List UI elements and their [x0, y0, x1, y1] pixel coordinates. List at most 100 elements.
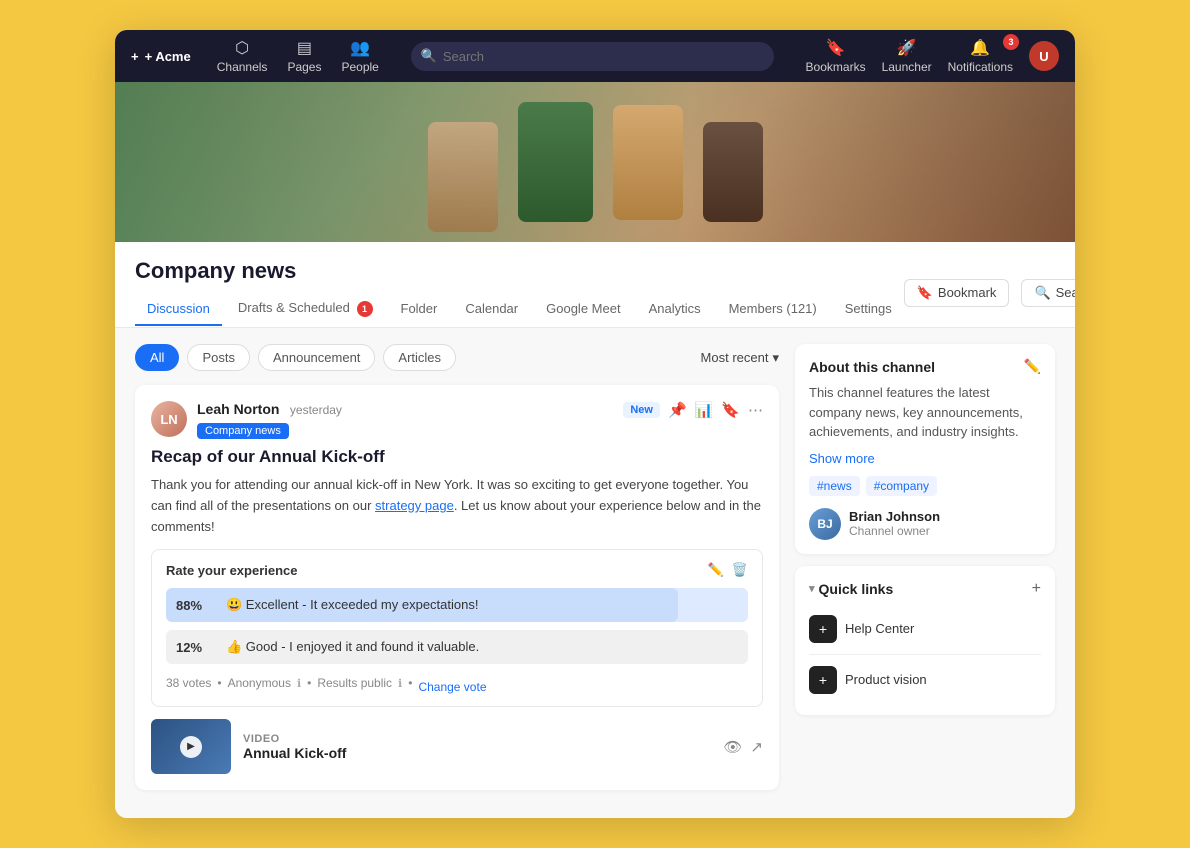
main-content: All Posts Announcement Articles Most rec…	[115, 328, 1075, 818]
quick-links-header: ▾ Quick links +	[809, 580, 1041, 598]
bell-icon: 🔔	[970, 38, 990, 58]
tab-google-meet[interactable]: Google Meet	[534, 293, 632, 326]
browser-window: + + Acme ⬡ Channels ▤ Pages 👥 People 🔍	[115, 30, 1075, 818]
about-box: About this channel ✏️ This channel featu…	[795, 344, 1055, 554]
channel-header: Company news Discussion Drafts & Schedul…	[115, 242, 1075, 328]
poll-results: Results public	[317, 676, 392, 690]
tab-drafts[interactable]: Drafts & Scheduled 1	[226, 292, 385, 327]
nav-people[interactable]: 👥 People	[341, 38, 378, 74]
quick-link-help[interactable]: + Help Center	[809, 608, 1041, 650]
sort-button[interactable]: Most recent ▾	[701, 350, 779, 366]
person2	[518, 102, 593, 222]
channels-icon: ⬡	[235, 38, 249, 58]
poll-label-2: 👍 Good - I enjoyed it and found it valua…	[226, 639, 479, 655]
sidebar-column: About this channel ✏️ This channel featu…	[795, 344, 1055, 802]
tab-folder[interactable]: Folder	[389, 293, 450, 326]
launcher-button[interactable]: 🚀 Launcher	[882, 38, 932, 74]
poll-bar-1[interactable]: 88% 😃 Excellent - It exceeded my expecta…	[166, 588, 748, 622]
person4	[703, 122, 763, 222]
video-label: VIDEO	[243, 733, 711, 745]
drafts-badge: 1	[357, 301, 373, 317]
tab-calendar[interactable]: Calendar	[453, 293, 530, 326]
post-title: Recap of our Annual Kick-off	[151, 447, 763, 467]
bookmark-label: Bookmark	[938, 285, 997, 300]
post-author-avatar: LN	[151, 401, 187, 437]
show-more-link[interactable]: Show more	[809, 451, 875, 466]
tag-news[interactable]: #news	[809, 476, 860, 496]
bookmark-post-icon[interactable]: 🔖	[721, 401, 740, 419]
nav-channels[interactable]: ⬡ Channels	[217, 38, 268, 74]
post-header: LN Leah Norton yesterday Company news Ne…	[151, 401, 763, 439]
video-share-icon[interactable]: ↗	[750, 738, 763, 756]
top-nav: + + Acme ⬡ Channels ▤ Pages 👥 People 🔍	[115, 30, 1075, 82]
owner-row: BJ Brian Johnson Channel owner	[809, 508, 1041, 540]
poll-pct-1: 88%	[176, 598, 202, 613]
tab-drafts-label: Drafts & Scheduled	[238, 300, 350, 315]
bookmark-button[interactable]: 🔖 Bookmark	[904, 279, 1010, 307]
nav-search-container: 🔍	[411, 42, 774, 71]
video-actions: 👁 ↗	[723, 738, 763, 756]
post-actions: New 📌 📊 🔖 ⋯	[623, 401, 763, 419]
channel-search-button[interactable]: 🔍 Search	[1021, 279, 1075, 307]
sort-label: Most recent	[701, 350, 769, 365]
quick-link-product[interactable]: + Product vision	[809, 659, 1041, 701]
product-vision-label: Product vision	[845, 672, 927, 687]
play-button[interactable]: ▶	[180, 736, 202, 758]
owner-role: Channel owner	[849, 524, 940, 538]
results-info-icon[interactable]: ℹ	[398, 677, 402, 690]
user-avatar[interactable]: U	[1029, 41, 1059, 71]
owner-avatar: BJ	[809, 508, 841, 540]
nav-right: 🔖 Bookmarks 🚀 Launcher 🔔 3 Notifications…	[806, 38, 1059, 74]
help-center-label: Help Center	[845, 621, 914, 636]
poll-bar-2[interactable]: 12% 👍 Good - I enjoyed it and found it v…	[166, 630, 748, 664]
plus-icon: +	[131, 49, 139, 64]
person3	[613, 105, 683, 220]
tab-discussion[interactable]: Discussion	[135, 293, 222, 326]
video-info: VIDEO Annual Kick-off	[243, 733, 711, 761]
about-title: About this channel	[809, 359, 935, 375]
pages-label: Pages	[287, 60, 321, 74]
bookmarks-label: Bookmarks	[806, 60, 866, 74]
search-icon: 🔍	[421, 48, 437, 64]
video-eye-icon[interactable]: 👁	[723, 738, 742, 756]
search-input[interactable]	[411, 42, 774, 71]
nav-pages[interactable]: ▤ Pages	[287, 38, 321, 74]
tags-container: #news #company	[809, 476, 1041, 496]
bookmarks-button[interactable]: 🔖 Bookmarks	[806, 38, 866, 74]
avatar-initials: U	[1039, 49, 1048, 64]
people-icon: 👥	[350, 38, 370, 58]
filter-all[interactable]: All	[135, 344, 179, 371]
quick-links-box: ▾ Quick links + + Help Center + Product …	[795, 566, 1055, 715]
delete-poll-icon[interactable]: 🗑️	[732, 562, 748, 578]
tag-company[interactable]: #company	[866, 476, 937, 496]
pages-icon: ▤	[297, 38, 312, 58]
more-options-icon[interactable]: ⋯	[748, 401, 763, 419]
tab-analytics[interactable]: Analytics	[637, 293, 713, 326]
filter-bar: All Posts Announcement Articles Most rec…	[135, 344, 779, 371]
edit-about-icon[interactable]: ✏️	[1024, 358, 1041, 375]
tab-settings[interactable]: Settings	[833, 293, 904, 326]
poll-footer: 38 votes • Anonymous ℹ • Results public …	[166, 672, 748, 694]
chart-icon[interactable]: 📊	[695, 401, 714, 419]
video-thumbnail[interactable]: ▶	[151, 719, 231, 774]
channel-actions: 🔖 Bookmark 🔍 Search	[904, 279, 1075, 307]
add-quick-link-icon[interactable]: +	[1032, 580, 1041, 598]
launcher-label: Launcher	[882, 60, 932, 74]
poll-pct-2: 12%	[176, 640, 202, 655]
bookmark-icon: 🔖	[917, 285, 933, 301]
anonymous-info-icon[interactable]: ℹ	[297, 677, 301, 690]
change-vote-link[interactable]: Change vote	[418, 680, 486, 694]
edit-poll-icon[interactable]: ✏️	[708, 562, 724, 578]
product-vision-icon: +	[809, 666, 837, 694]
filter-articles[interactable]: Articles	[383, 344, 456, 371]
notifications-button[interactable]: 🔔 3 Notifications	[948, 38, 1013, 74]
filter-posts[interactable]: Posts	[187, 344, 250, 371]
new-badge: New	[623, 402, 660, 418]
video-title: Annual Kick-off	[243, 745, 711, 761]
nav-logo[interactable]: + + Acme	[131, 49, 193, 64]
pin-icon[interactable]: 📌	[668, 401, 687, 419]
tab-members[interactable]: Members (121)	[717, 293, 829, 326]
filter-announcement[interactable]: Announcement	[258, 344, 375, 371]
poll-anonymous: Anonymous	[228, 676, 291, 690]
strategy-page-link[interactable]: strategy page	[375, 498, 454, 513]
